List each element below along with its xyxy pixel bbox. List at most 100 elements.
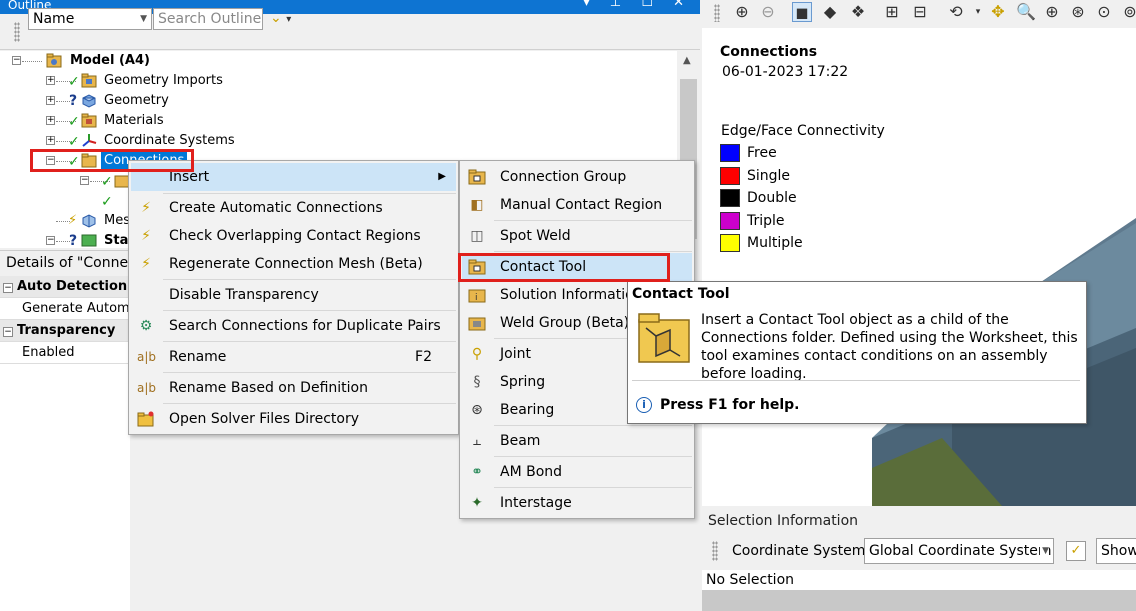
submenu-item-manual-contact-region[interactable]: ◧ Manual Contact Region (462, 191, 692, 219)
toolbar-grip[interactable] (712, 541, 718, 561)
menu-label: Beam (500, 433, 541, 449)
selection-title: Selection Information (708, 513, 859, 529)
name-filter-select[interactable]: Name ▼ (28, 8, 152, 30)
beam-icon: ⫠ (472, 433, 482, 449)
collapse-icon[interactable]: − (3, 327, 13, 337)
menu-item-check-overlapping[interactable]: ⚡ Check Overlapping Contact Regions (131, 222, 456, 250)
expand-icon[interactable]: + (46, 116, 55, 125)
legend-label: Triple (747, 212, 785, 229)
coordinate-system-label: Coordinate System: (732, 543, 871, 559)
menu-label: Manual Contact Region (500, 197, 663, 213)
box-zoom-icon[interactable]: ⊕ (1042, 2, 1062, 22)
solid-view-icon[interactable]: ◼ (792, 2, 812, 22)
menu-item-create-automatic-connections[interactable]: ⚡ Create Automatic Connections (131, 194, 456, 222)
expand-icon[interactable]: + (46, 76, 55, 85)
menu-label: Spring (500, 374, 546, 390)
submenu-item-spot-weld[interactable]: ◫ Spot Weld (462, 222, 692, 250)
details-title: Details of "Connec (0, 250, 130, 274)
tree-label: Materials (104, 113, 164, 128)
menu-item-rename[interactable]: a|b Rename F2 (131, 343, 456, 371)
tree-item-model[interactable]: − Model (A4) (0, 51, 660, 71)
expand-icon[interactable]: + (46, 136, 55, 145)
collapse-icon[interactable]: − (12, 56, 21, 65)
details-row-generate[interactable]: Generate Autom (0, 298, 130, 320)
tooltip-divider (632, 380, 1080, 381)
menu-label: AM Bond (500, 464, 563, 480)
tooltip-body: Insert a Contact Tool object as a child … (701, 312, 1078, 382)
connection-group-icon (468, 169, 486, 185)
collapse-icon[interactable]: − (80, 176, 89, 185)
zoom-in-icon[interactable]: ⊕ (732, 2, 752, 22)
menu-label: Weld Group (Beta) (500, 315, 630, 331)
lightning-icon: ⚡ (141, 228, 151, 244)
menu-label: Check Overlapping Contact Regions (169, 228, 421, 244)
model-geometry[interactable] (702, 28, 1136, 506)
graphics-viewport[interactable] (702, 28, 1136, 506)
pan-icon[interactable]: ✥ (988, 2, 1008, 22)
window-buttons[interactable]: ▾ ⊥ ☐ ✕ (583, 0, 692, 9)
menu-shortcut: F2 (415, 349, 432, 365)
toolbar-grip[interactable] (14, 22, 20, 42)
show-button[interactable]: Show (1096, 538, 1136, 564)
tree-label: Geometry (104, 93, 169, 108)
tree-item-materials[interactable]: + ✓ Materials (0, 111, 660, 131)
coordinate-system-select[interactable]: Global Coordinate System ▼ (864, 538, 1054, 564)
menu-item-search-duplicates[interactable]: ⚙ Search Connections for Duplicate Pairs (131, 312, 456, 340)
menu-item-regenerate-mesh[interactable]: ⚡ Regenerate Connection Mesh (Beta) (131, 250, 456, 278)
materials-icon (81, 113, 97, 128)
open-folder-icon (137, 411, 155, 427)
search-outline-input[interactable]: Search Outline (153, 8, 263, 30)
submenu-item-beam[interactable]: ⫠ Beam (462, 427, 692, 455)
expand-icon[interactable]: + (46, 96, 55, 105)
tree-item-geometry-imports[interactable]: + ✓ Geometry Imports (0, 71, 660, 91)
toolbar-grip[interactable] (714, 4, 720, 22)
shaded-view-icon[interactable]: ◆ (820, 2, 840, 22)
details-group-label: Auto Detection (17, 279, 128, 294)
zoom-all-icon[interactable]: ⊙ (1094, 2, 1114, 22)
zoom-extra-icon[interactable]: ⊚ (1120, 2, 1136, 22)
check-icon: ✓ (68, 74, 80, 90)
zoom-icon[interactable]: 🔍 (1016, 2, 1036, 22)
geometry-icon (82, 94, 96, 108)
tree-label: Geometry Imports (104, 73, 223, 88)
am-bond-icon: ⚭ (471, 464, 483, 480)
collapse-icon[interactable]: − (46, 236, 55, 245)
collapse-icon[interactable]: − (3, 283, 13, 293)
name-filter-value: Name (33, 11, 75, 27)
joint-icon: ⚲ (471, 346, 483, 362)
menu-label: Regenerate Connection Mesh (Beta) (169, 256, 423, 272)
legend-title: Edge/Face Connectivity (721, 123, 885, 139)
menu-item-open-solver-files[interactable]: Open Solver Files Directory (131, 405, 456, 433)
manual-contact-icon: ◧ (470, 197, 484, 213)
menu-item-rename-based-on-definition[interactable]: a|b Rename Based on Definition (131, 374, 456, 402)
menu-label: Open Solver Files Directory (169, 411, 359, 427)
filter-dropdown-icon[interactable]: ⌄ ▾ (270, 10, 291, 26)
chevron-down-icon[interactable]: ▾ (968, 2, 988, 22)
menu-label: Search Connections for Duplicate Pairs (169, 318, 441, 334)
submenu-item-connection-group[interactable]: Connection Group (462, 163, 692, 191)
details-group-transparency[interactable]: − Transparency (0, 320, 130, 342)
tree-item-coordinate-systems[interactable]: + ✓ Coordinate Systems (0, 131, 660, 151)
expand-view-icon[interactable]: ⊞ (882, 2, 902, 22)
scroll-up-icon[interactable]: ▲ (683, 55, 691, 66)
zoom-out-icon[interactable]: ⊖ (758, 2, 778, 22)
menu-label: Rename (169, 349, 227, 365)
legend-swatch (720, 234, 740, 252)
details-group-auto-detection[interactable]: − Auto Detection (0, 276, 130, 298)
submenu-item-am-bond[interactable]: ⚭ AM Bond (462, 458, 692, 486)
rotate-icon[interactable]: ⟲ (946, 2, 966, 22)
collapse-view-icon[interactable]: ⊟ (910, 2, 930, 22)
details-row-enabled[interactable]: Enabled (0, 342, 130, 364)
menu-label: Connection Group (500, 169, 627, 185)
menu-item-disable-transparency[interactable]: Disable Transparency (131, 281, 456, 309)
model-icon (46, 53, 62, 68)
tree-item-geometry[interactable]: + ? Geometry (0, 91, 660, 111)
info-icon: i (636, 397, 652, 413)
wireframe-icon[interactable]: ❖ (848, 2, 868, 22)
lightning-icon: ⚡ (68, 213, 78, 228)
menu-label: Interstage (500, 495, 572, 511)
selection-check-icon[interactable]: ✓ (1066, 541, 1086, 561)
lightning-icon: ⚡ (141, 256, 151, 272)
submenu-item-interstage[interactable]: ✦ Interstage (462, 489, 692, 517)
zoom-fit-icon[interactable]: ⊛ (1068, 2, 1088, 22)
